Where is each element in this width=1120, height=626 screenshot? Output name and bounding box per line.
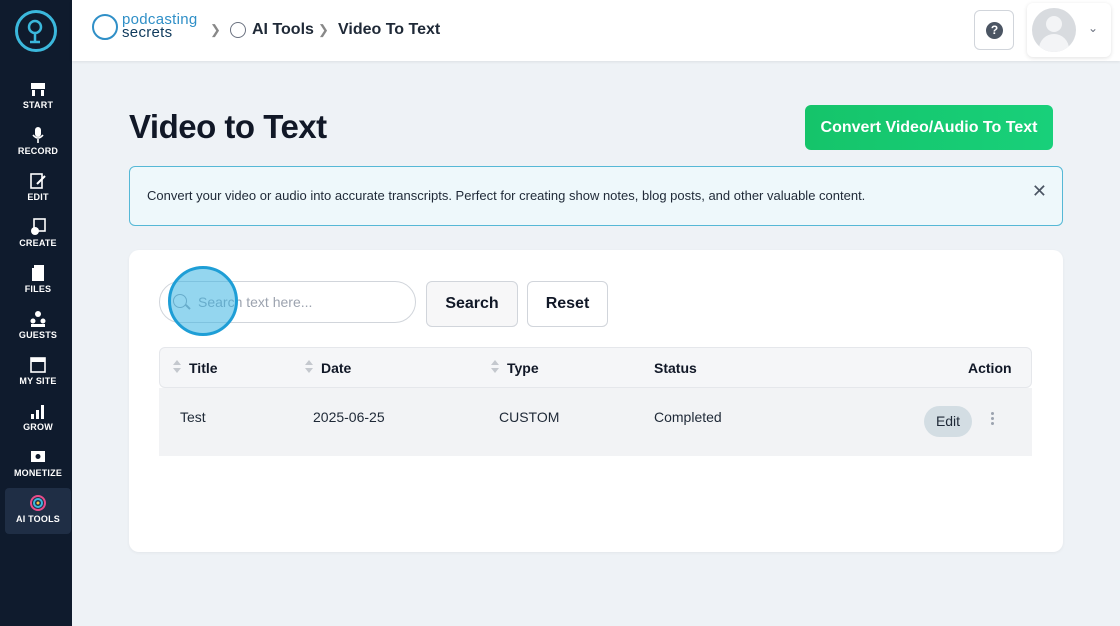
monetize-icon	[31, 451, 45, 462]
sidebar-item-label: GROW	[23, 422, 53, 432]
site-icon	[30, 357, 46, 373]
guests-icon	[30, 311, 46, 327]
microphone-icon	[32, 127, 44, 143]
sort-icon[interactable]	[491, 359, 499, 375]
sidebar-item-label: RECORD	[17, 146, 59, 156]
brand-name-line2: secrets	[122, 24, 173, 41]
sort-icon[interactable]	[173, 359, 181, 375]
sidebar-item-label: FILES	[24, 284, 52, 294]
sort-icon[interactable]	[305, 359, 313, 375]
help-button[interactable]: ?	[974, 10, 1014, 50]
convert-video-audio-button[interactable]: Convert Video/Audio To Text	[805, 105, 1053, 150]
question-mark-icon: ?	[986, 22, 1003, 39]
chevron-right-icon: ❯	[318, 22, 329, 37]
ai-tools-icon	[230, 22, 246, 38]
sidebar-item-edit[interactable]: EDIT	[5, 166, 71, 212]
more-options-icon[interactable]	[991, 412, 995, 428]
cell-title: Test	[180, 409, 206, 425]
reset-button[interactable]: Reset	[527, 281, 608, 327]
breadcrumb-ai-tools[interactable]: AI Tools	[252, 21, 314, 39]
sidebar-item-grow[interactable]: GROW	[5, 396, 71, 442]
search-button[interactable]: Search	[426, 281, 518, 327]
microphone-logo-icon	[27, 19, 43, 44]
transcripts-card: Search Reset Title Date Type Status Acti…	[129, 250, 1063, 552]
close-icon[interactable]: ✕	[1032, 181, 1047, 202]
breadcrumb-current-page: Video To Text	[338, 21, 441, 38]
column-header-title[interactable]: Title	[189, 360, 218, 376]
sidebar-item-my-site[interactable]: MY SITE	[5, 350, 71, 396]
sidebar: START RECORD EDIT CREATE FILES GUESTS MY…	[0, 0, 72, 626]
info-banner-text: Convert your video or audio into accurat…	[147, 188, 866, 203]
column-header-type[interactable]: Type	[507, 360, 539, 376]
table-header: Title Date Type Status Action	[159, 347, 1032, 388]
brand-mark-icon	[92, 14, 118, 40]
sidebar-item-start[interactable]: START	[5, 74, 71, 120]
ai-tools-icon	[30, 495, 46, 511]
grow-icon	[31, 405, 44, 419]
column-header-action: Action	[968, 360, 1012, 376]
top-bar: podcasting secrets ❯ AI Tools ❯ Video To…	[72, 0, 1120, 61]
table-row: Test 2025-06-25 CUSTOM Completed Edit	[159, 388, 1032, 456]
sidebar-item-label: MONETIZE	[13, 468, 63, 478]
sidebar-item-files[interactable]: FILES	[5, 258, 71, 304]
files-icon	[32, 265, 44, 281]
avatar	[1032, 8, 1076, 52]
page-title: Video to Text	[129, 108, 327, 145]
create-icon	[31, 218, 46, 235]
sidebar-item-guests[interactable]: GUESTS	[5, 304, 71, 350]
sidebar-item-label: GUESTS	[18, 330, 58, 340]
sidebar-item-label: MY SITE	[19, 376, 57, 386]
column-header-status: Status	[654, 360, 697, 376]
click-indicator	[168, 266, 238, 336]
edit-icon	[30, 173, 46, 189]
sidebar-item-ai-tools[interactable]: AI TOOLS	[5, 488, 71, 534]
chevron-right-icon: ❯	[210, 22, 221, 37]
column-header-date[interactable]: Date	[321, 360, 351, 376]
sidebar-item-label: START	[22, 100, 54, 110]
edit-button[interactable]: Edit	[924, 406, 972, 437]
sidebar-item-label: AI TOOLS	[16, 514, 60, 524]
sidebar-item-label: EDIT	[27, 192, 49, 202]
sidebar-item-record[interactable]: RECORD	[5, 120, 71, 166]
chevron-down-icon: ⌄	[1088, 21, 1099, 35]
profile-menu[interactable]: ⌄	[1027, 3, 1111, 57]
info-banner: Convert your video or audio into accurat…	[129, 166, 1063, 226]
sidebar-item-label: CREATE	[19, 238, 57, 248]
cell-status: Completed	[654, 409, 722, 425]
sidebar-item-create[interactable]: CREATE	[5, 212, 71, 258]
cell-type: CUSTOM	[499, 409, 560, 425]
app-logo[interactable]	[15, 10, 57, 52]
sidebar-item-monetize[interactable]: MONETIZE	[5, 442, 71, 488]
cell-date: 2025-06-25	[313, 409, 385, 425]
start-icon	[31, 83, 45, 96]
